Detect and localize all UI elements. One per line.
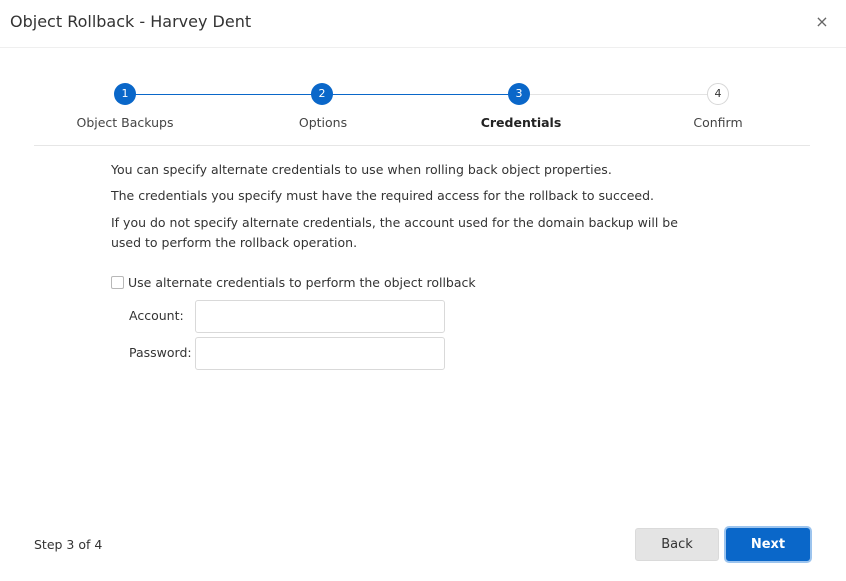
description-line-2: The credentials you specify must have th…	[111, 188, 654, 203]
step-2-label: Options	[298, 115, 348, 130]
account-input[interactable]	[195, 300, 445, 333]
step-connector-1-2	[125, 94, 322, 95]
wizard-stepper: 1 2 3 4 Object Backups Options Credentia…	[0, 80, 846, 140]
object-rollback-dialog: Object Rollback - Harvey Dent × 1 2 3 4 …	[0, 0, 846, 581]
account-label: Account:	[129, 308, 184, 323]
back-button[interactable]: Back	[635, 528, 719, 561]
step-3-label: Credentials	[480, 115, 562, 130]
step-3-circle[interactable]: 3	[508, 83, 530, 105]
dialog-titlebar: Object Rollback - Harvey Dent ×	[0, 0, 846, 48]
description-line-1: You can specify alternate credentials to…	[111, 162, 612, 177]
stepper-divider	[34, 145, 810, 146]
step-2-circle[interactable]: 2	[311, 83, 333, 105]
step-4-label: Confirm	[693, 115, 743, 130]
step-1-circle[interactable]: 1	[114, 83, 136, 105]
password-input[interactable]	[195, 337, 445, 370]
alternate-credentials-label[interactable]: Use alternate credentials to perform the…	[128, 274, 476, 292]
alternate-credentials-checkbox[interactable]	[111, 276, 124, 289]
step-1-label: Object Backups	[76, 115, 174, 130]
next-button[interactable]: Next	[726, 528, 810, 561]
step-connector-2-3	[322, 94, 519, 95]
close-icon[interactable]: ×	[813, 13, 831, 31]
description-line-3: If you do not specify alternate credenti…	[111, 215, 678, 250]
step-connector-3-4	[519, 94, 718, 95]
password-label: Password:	[129, 345, 192, 360]
step-progress-text: Step 3 of 4	[34, 537, 103, 552]
dialog-title: Object Rollback - Harvey Dent	[10, 12, 252, 31]
step-4-circle: 4	[707, 83, 729, 105]
